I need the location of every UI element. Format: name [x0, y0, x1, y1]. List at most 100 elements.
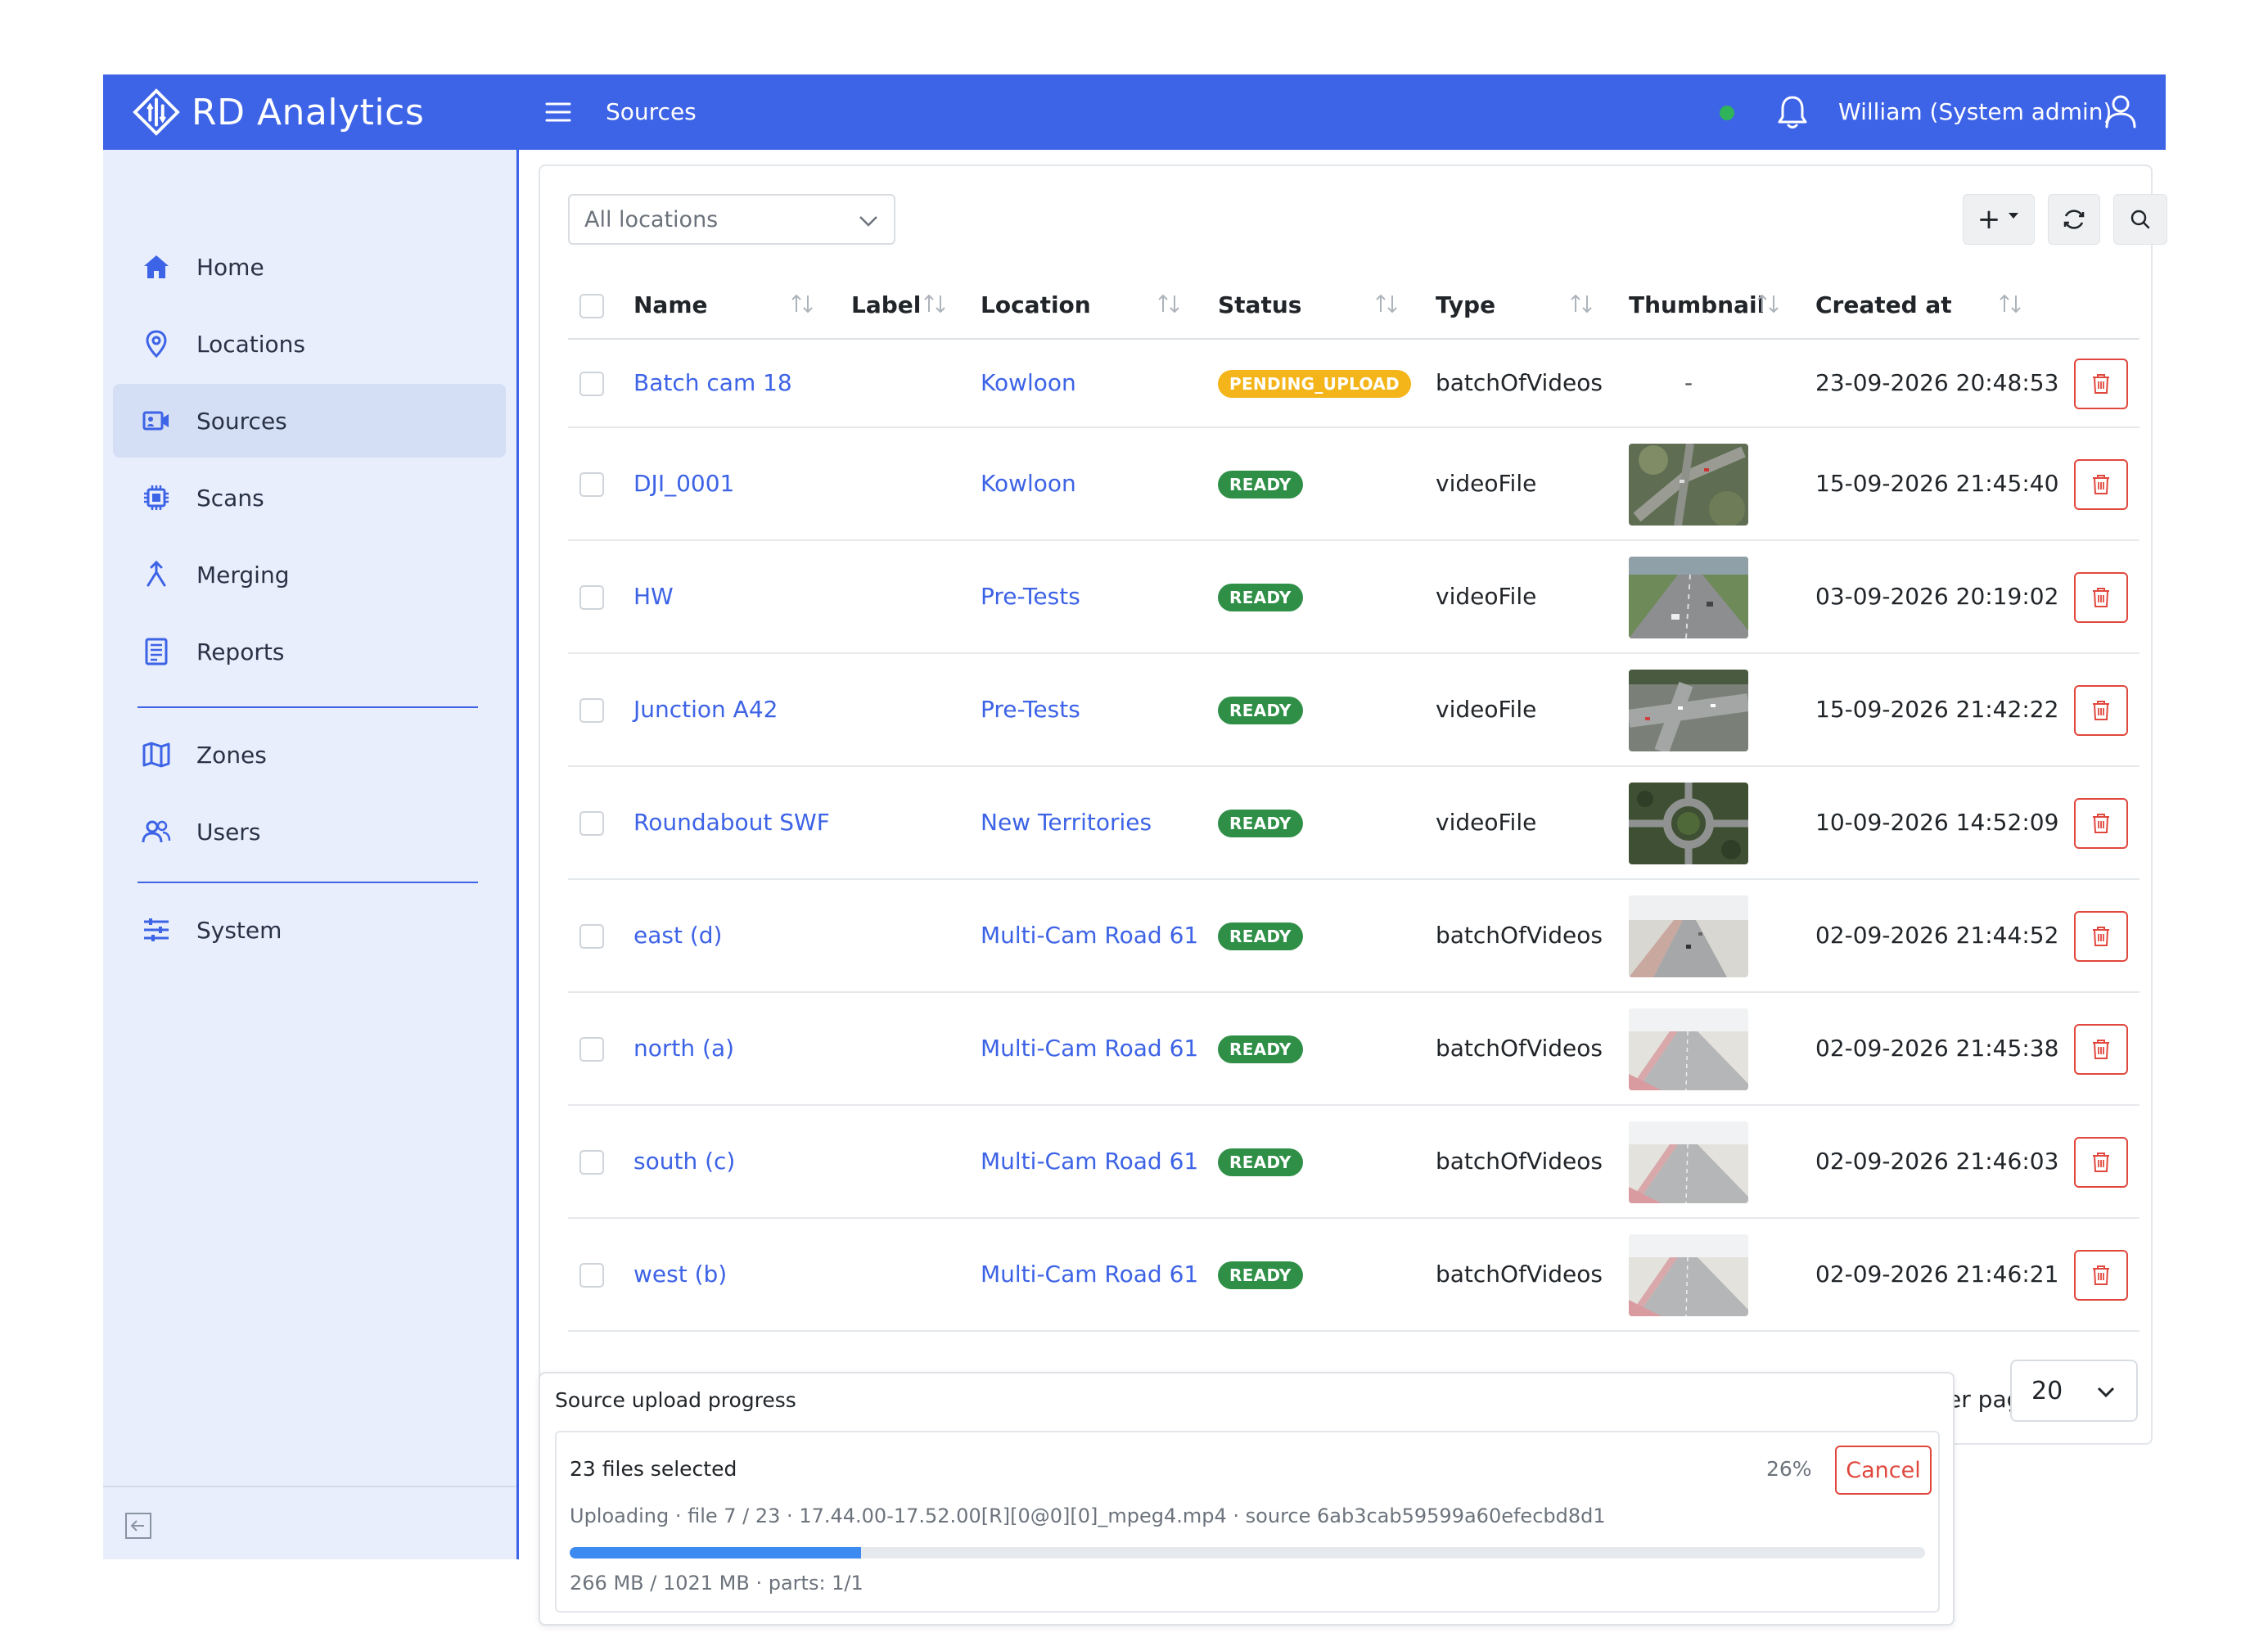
trash-icon — [2093, 927, 2109, 946]
sidebar-item-locations[interactable]: Locations — [113, 307, 506, 381]
merge-icon — [147, 560, 166, 587]
cancel-upload-button[interactable]: Cancel — [1835, 1446, 1932, 1495]
sidebar-item-reports[interactable]: Reports — [113, 615, 506, 688]
source-thumbnail[interactable] — [1629, 444, 1748, 526]
add-source-button[interactable]: + — [1963, 194, 2035, 245]
upload-progress-panel: Source upload progress 23 files selected… — [539, 1372, 1955, 1626]
column-header-name[interactable]: Name — [634, 271, 708, 340]
source-name-link[interactable]: Roundabout SWF — [634, 809, 830, 836]
sidebar-item-scans[interactable]: Scans — [113, 461, 506, 535]
location-link[interactable]: Kowloon — [981, 369, 1076, 396]
column-header-created-at[interactable]: Created at — [1815, 271, 1952, 340]
status-badge: READY — [1218, 471, 1303, 498]
location-link[interactable]: Kowloon — [981, 470, 1076, 497]
status-badge: READY — [1218, 697, 1303, 724]
thumbnail-placeholder: - — [1684, 369, 1693, 396]
row-checkbox[interactable] — [579, 1150, 604, 1175]
add-button-label: + — [1977, 203, 2001, 236]
location-filter-select[interactable]: All locations — [568, 194, 895, 245]
collapse-sidebar-icon[interactable] — [124, 1512, 152, 1540]
sidebar: Home Locations Sources Scans Merging Rep… — [103, 150, 519, 1559]
trash-icon — [2093, 475, 2109, 494]
sort-icon[interactable] — [1995, 289, 2025, 318]
delete-source-button[interactable] — [2074, 1024, 2128, 1075]
delete-source-button[interactable] — [2074, 1137, 2128, 1188]
sort-icon[interactable] — [1753, 289, 1783, 318]
delete-source-button[interactable] — [2074, 911, 2128, 962]
trash-icon — [2093, 1265, 2109, 1285]
sidebar-item-users[interactable]: Users — [113, 795, 506, 868]
source-name-link[interactable]: south (c) — [634, 1148, 735, 1175]
user-icon[interactable] — [2100, 91, 2141, 132]
sort-icon[interactable] — [787, 289, 817, 318]
row-checkbox[interactable] — [579, 924, 604, 949]
sort-icon[interactable] — [1372, 289, 1401, 318]
column-header-status[interactable]: Status — [1218, 271, 1301, 340]
hamburger-menu-icon[interactable] — [542, 96, 575, 129]
sidebar-item-merging[interactable]: Merging — [113, 538, 506, 611]
search-button[interactable] — [2113, 194, 2167, 245]
row-checkbox[interactable] — [579, 1037, 604, 1062]
source-thumbnail[interactable] — [1629, 1234, 1748, 1316]
table-row: Batch cam 18 Kowloon PENDING_UPLOAD batchOf… — [568, 340, 2139, 428]
location-link[interactable]: Pre-Tests — [981, 696, 1080, 723]
source-name-link[interactable]: west (b) — [634, 1261, 727, 1288]
sidebar-item-home[interactable]: Home — [113, 230, 506, 304]
brand-logo-icon — [133, 88, 180, 136]
row-checkbox[interactable] — [579, 811, 604, 836]
select-all-checkbox[interactable] — [579, 294, 604, 318]
row-checkbox[interactable] — [579, 698, 604, 723]
location-link[interactable]: Multi-Cam Road 61 — [981, 1261, 1198, 1288]
bell-icon[interactable] — [1773, 92, 1812, 132]
source-name-link[interactable]: east (d) — [634, 922, 722, 949]
source-type: videoFile — [1436, 809, 1537, 836]
caret-down-icon — [2009, 213, 2019, 219]
source-thumbnail[interactable] — [1629, 670, 1748, 751]
location-link[interactable]: Multi-Cam Road 61 — [981, 1035, 1198, 1062]
delete-source-button[interactable] — [2074, 1250, 2128, 1301]
row-checkbox[interactable] — [579, 585, 604, 610]
source-thumbnail[interactable] — [1629, 783, 1748, 864]
files-selected-label: 23 files selected — [570, 1457, 737, 1481]
location-link[interactable]: Multi-Cam Road 61 — [981, 922, 1198, 949]
chip-icon — [144, 485, 169, 510]
column-header-label[interactable]: Label — [851, 271, 921, 340]
delete-source-button[interactable] — [2074, 798, 2128, 849]
row-checkbox[interactable] — [579, 1263, 604, 1288]
location-link[interactable]: Multi-Cam Road 61 — [981, 1148, 1198, 1175]
source-thumbnail[interactable] — [1629, 557, 1748, 638]
table-row: Junction A42 Pre-Tests READY videoFile 15-09… — [568, 654, 2139, 767]
source-name-link[interactable]: HW — [634, 583, 674, 610]
sort-icon[interactable] — [1567, 289, 1596, 318]
created-at: 02-09-2026 21:46:21 — [1815, 1261, 2059, 1288]
location-link[interactable]: Pre-Tests — [981, 583, 1080, 610]
sidebar-item-system[interactable]: System — [113, 893, 506, 967]
source-name-link[interactable]: DJI_0001 — [634, 470, 734, 497]
delete-source-button[interactable] — [2074, 459, 2128, 510]
table-header: Name Label Location Status Type Thumbnai… — [568, 271, 2139, 340]
source-thumbnail[interactable] — [1629, 1121, 1748, 1203]
refresh-button[interactable] — [2048, 194, 2100, 245]
source-thumbnail[interactable] — [1629, 1008, 1748, 1090]
sort-icon[interactable] — [1154, 289, 1184, 318]
user-name[interactable]: William (System admin) — [1838, 74, 2112, 150]
brand[interactable]: RD Analytics — [133, 74, 424, 150]
row-checkbox[interactable] — [579, 372, 604, 396]
source-name-link[interactable]: north (a) — [634, 1035, 734, 1062]
source-thumbnail[interactable] — [1629, 895, 1748, 977]
sidebar-item-zones[interactable]: Zones — [113, 718, 506, 792]
delete-source-button[interactable] — [2074, 685, 2128, 736]
column-header-type[interactable]: Type — [1436, 271, 1495, 340]
column-header-location[interactable]: Location — [981, 271, 1091, 340]
delete-source-button[interactable] — [2074, 572, 2128, 623]
per-page-select[interactable]: 20 — [2010, 1360, 2138, 1422]
source-name-link[interactable]: Batch cam 18 — [634, 369, 792, 396]
sort-icon[interactable] — [920, 289, 949, 318]
delete-source-button[interactable] — [2074, 359, 2128, 409]
brand-name: RD Analytics — [192, 91, 425, 133]
column-header-thumbnail[interactable]: Thumbnail — [1629, 271, 1765, 340]
location-link[interactable]: New Territories — [981, 809, 1152, 836]
sidebar-item-sources[interactable]: Sources — [113, 384, 506, 458]
row-checkbox[interactable] — [579, 472, 604, 497]
source-name-link[interactable]: Junction A42 — [634, 696, 778, 723]
